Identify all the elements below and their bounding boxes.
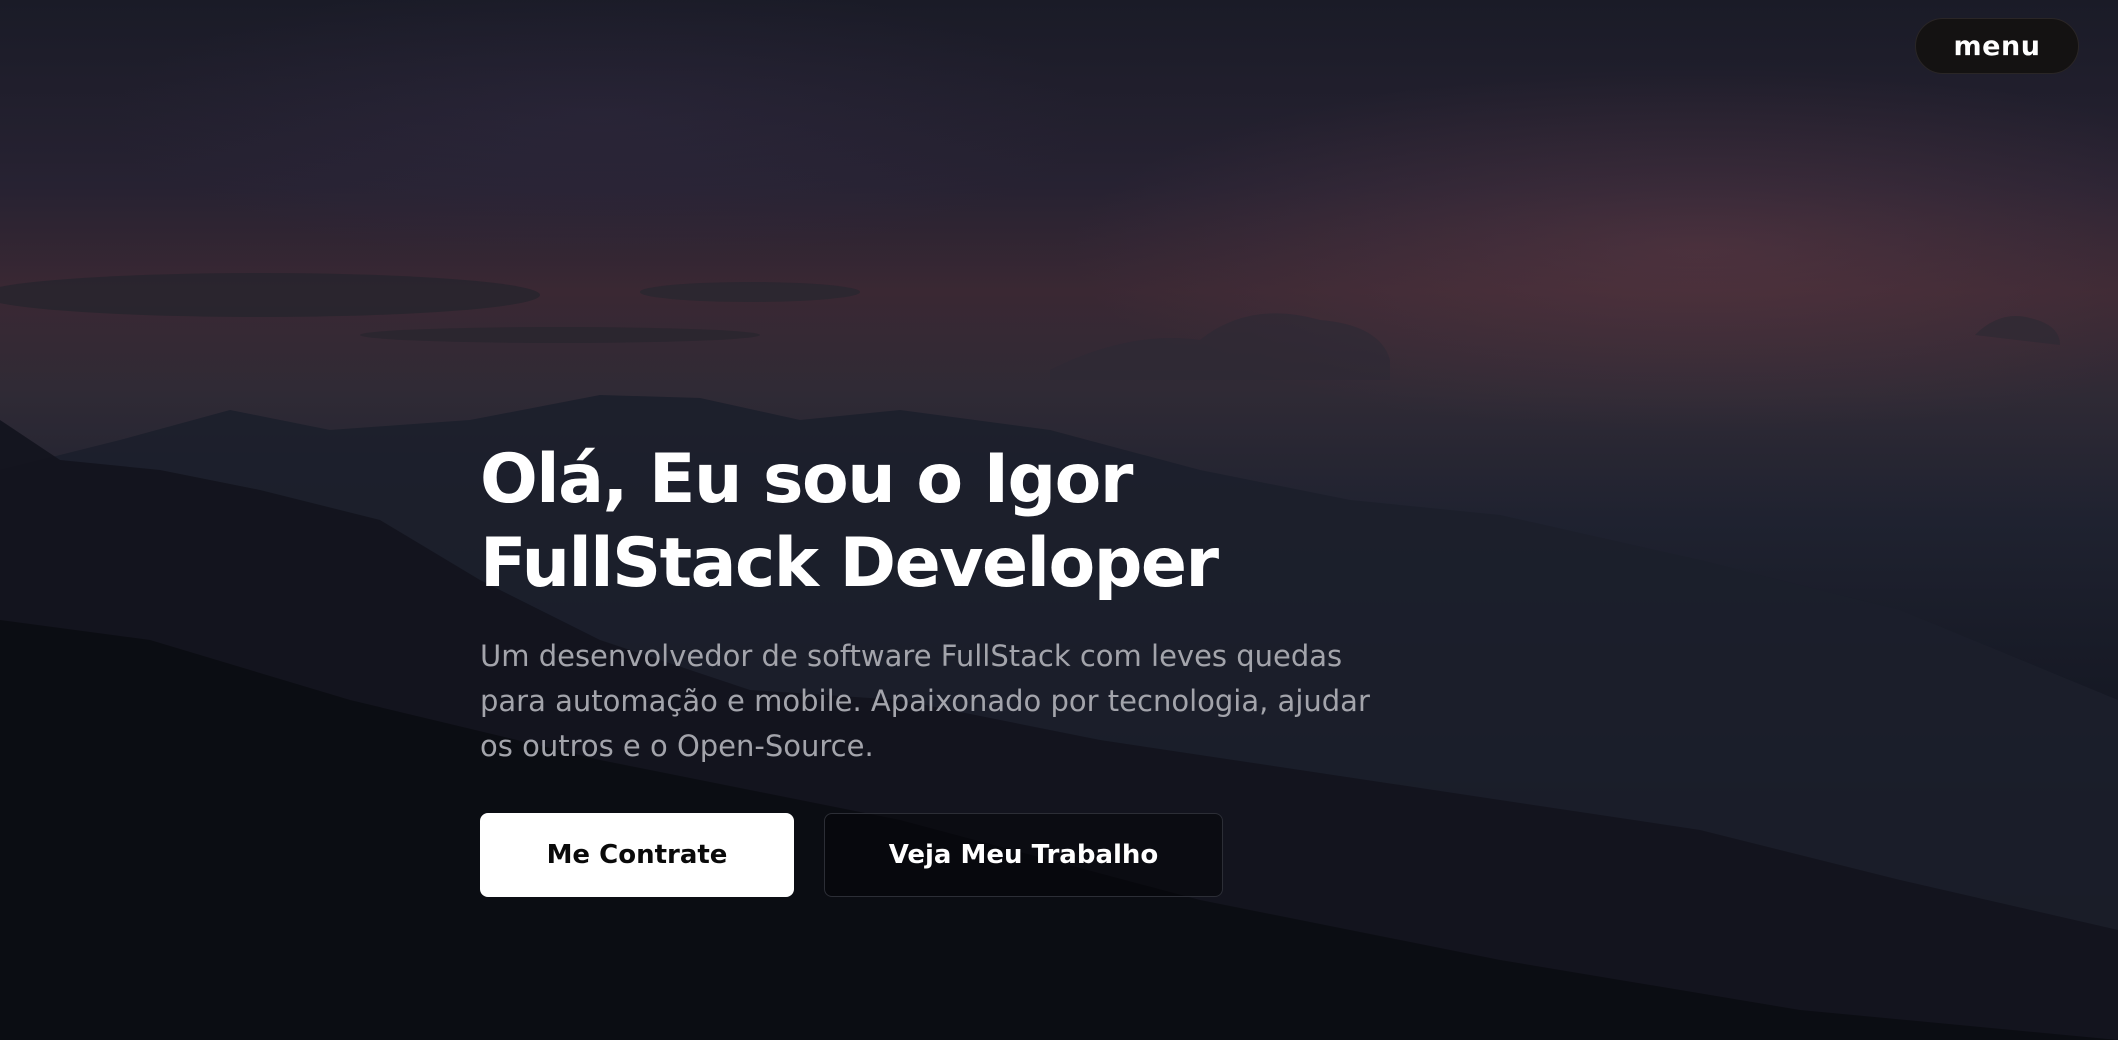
- hero-actions: Me Contrate Veja Meu Trabalho: [480, 813, 1223, 897]
- view-work-button[interactable]: Veja Meu Trabalho: [824, 813, 1223, 897]
- hero-title-role: FullStack Developer: [480, 524, 1219, 603]
- hero-title-greeting: Olá, Eu sou o Igor: [480, 440, 1133, 519]
- hero-title: Olá, Eu sou o Igor FullStack Developer: [480, 438, 1440, 606]
- hero-subtitle: Um desenvolvedor de software FullStack c…: [480, 639, 1370, 763]
- hero-section: Olá, Eu sou o Igor FullStack Developer U…: [480, 438, 1440, 769]
- menu-button[interactable]: menu: [1915, 18, 2079, 74]
- hire-me-button[interactable]: Me Contrate: [480, 813, 794, 897]
- hero-page: menu Olá, Eu sou o Igor FullStack Develo…: [0, 0, 2118, 1040]
